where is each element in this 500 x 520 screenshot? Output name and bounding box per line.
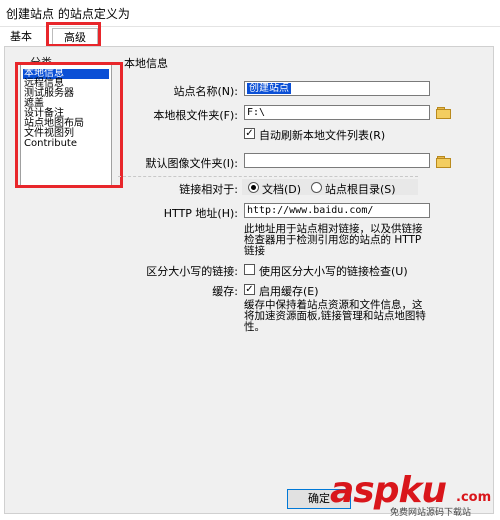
section-title: 本地信息 <box>124 57 168 70</box>
radio-document-label: 文档(D) <box>262 183 302 196</box>
watermark-subtitle: 免费网站源码下载站 <box>390 508 472 518</box>
radio-site-root[interactable] <box>311 182 322 193</box>
case-sensitive-option: 使用区分大小写的链接检查(U) <box>259 265 408 278</box>
cache-description: 缓存中保持着站点资源和文件信息，这 将加速资源面板,链接管理和站点地图特 性。 <box>244 299 426 333</box>
window-title: 创建站点 的站点定义为 <box>6 7 130 21</box>
default-images-label: 默认图像文件夹(I): <box>145 157 238 170</box>
local-root-input[interactable]: F:\ <box>244 105 430 120</box>
site-name-input[interactable]: 创建站点 <box>244 81 430 96</box>
watermark-suffix: .com <box>456 490 492 505</box>
local-root-label: 本地根文件夹(F): <box>153 109 238 122</box>
site-name-value: 创建站点 <box>247 83 291 94</box>
tab-basic[interactable]: 基本 <box>6 28 36 46</box>
case-sensitive-checkbox[interactable] <box>244 264 255 275</box>
auto-refresh-label: 自动刷新本地文件列表(R) <box>259 129 386 142</box>
http-address-input[interactable]: http://www.baidu.com/ <box>244 203 430 218</box>
radio-document[interactable] <box>248 182 259 193</box>
local-root-folder-icon[interactable] <box>436 107 451 119</box>
links-relative-label: 链接相对于: <box>179 183 238 196</box>
cache-checkbox[interactable]: ✓ <box>244 284 255 295</box>
http-address-label: HTTP 地址(H): <box>163 207 238 220</box>
category-item-contribute[interactable]: Contribute <box>23 139 78 149</box>
tab-advanced[interactable]: 高级 <box>52 28 98 47</box>
radio-site-root-label: 站点根目录(S) <box>325 183 396 196</box>
divider <box>118 176 418 177</box>
cache-option: 启用缓存(E) <box>259 285 319 298</box>
category-list[interactable]: 本地信息 远程信息 测试服务器 遮盖 设计备注 站点地图布局 文件视图列 Con… <box>20 63 112 187</box>
site-name-label: 站点名称(N): <box>173 85 238 98</box>
http-address-description: 此地址用于站点相对链接，以及供链接 检查器用于检测引用您的站点的 HTTP 链接 <box>244 223 423 257</box>
case-sensitive-label: 区分大小写的链接: <box>146 265 238 278</box>
auto-refresh-checkbox[interactable]: ✓ <box>244 128 255 139</box>
default-images-folder-icon[interactable] <box>436 156 451 168</box>
cache-label: 缓存: <box>212 285 238 298</box>
default-images-input[interactable] <box>244 153 430 168</box>
tab-strip: 基本 高级 <box>0 26 500 48</box>
title-bar: 创建站点 的站点定义为 <box>0 0 500 27</box>
